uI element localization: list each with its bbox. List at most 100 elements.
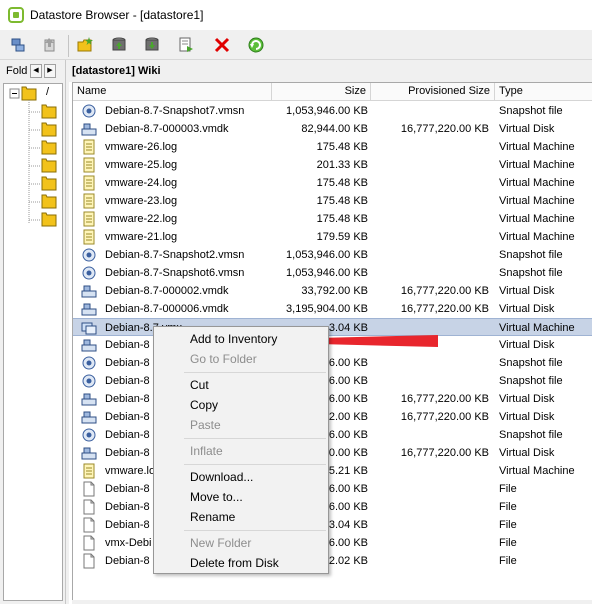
menu-item-add-to-inventory[interactable]: Add to Inventory [156,329,326,349]
download-icon[interactable] [142,35,162,55]
new-folder-icon[interactable] [76,35,96,55]
table-row[interactable]: Debian-8 6.00 KB 16,777,220.00 KB Virtual D… [73,390,592,408]
file-type-cell: Snapshot file [499,375,563,387]
file-icon [81,553,97,569]
table-row[interactable]: vmware-26.log 175.48 KB Virtual Machine [73,138,592,156]
disk-icon [81,445,97,461]
table-row[interactable]: Debian-8.7-Snapshot6.vmsn 1,053,946.00 KB… [73,264,592,282]
file-type-cell: Virtual Machine [499,465,575,477]
toolbar [0,30,592,60]
folders-tab-label[interactable]: Fold [6,65,27,77]
table-row[interactable]: Debian-8 3.04 KB File [73,516,592,534]
delete-icon[interactable] [212,35,232,55]
provisioned-size-cell [371,210,489,228]
menu-item-download[interactable]: Download... [156,467,326,487]
menu-item-paste[interactable]: Paste [156,415,326,435]
table-row[interactable]: vmware-24.log 175.48 KB Virtual Machine [73,174,592,192]
disk-icon [81,301,97,317]
scroll-left-icon[interactable]: ◀ [30,64,42,78]
table-row[interactable]: Debian-8 6.00 KB File [73,480,592,498]
file-size-cell: 1,053,946.00 KB [286,267,368,279]
file-size-cell: 201.33 KB [316,159,368,171]
scroll-right-icon[interactable]: ▶ [44,64,56,78]
snapshot-icon [81,373,97,389]
file-name-cell: Debian-8.7-000006.vmdk [105,303,229,315]
table-row[interactable]: Debian-8 6.00 KB File [73,498,592,516]
menu-item-rename[interactable]: Rename [156,507,326,527]
file-type-cell: Virtual Disk [499,303,555,315]
context-menu: Add to Inventory Go to Folder Cut Copy P… [153,326,329,574]
upload-files-icon[interactable] [109,35,129,55]
file-size-cell: 1,053,946.00 KB [286,105,368,117]
provisioned-size-cell [371,498,489,516]
menu-item-inflate[interactable]: Inflate [156,441,326,461]
menu-item-copy[interactable]: Copy [156,395,326,415]
horizontal-scrollbar[interactable] [72,600,592,604]
provisioned-size-cell [371,246,489,264]
file-type-cell: Virtual Disk [499,339,555,351]
disk-icon [81,283,97,299]
provisioned-size-cell: 16,777,220.00 KB [400,285,489,297]
table-row[interactable]: vmware-23.log 175.48 KB Virtual Machine [73,192,592,210]
column-header-name[interactable]: Name [73,83,272,101]
provisioned-size-cell [371,462,489,480]
file-type-cell: Virtual Machine [499,141,575,153]
menu-item-go-to-folder[interactable]: Go to Folder [156,349,326,369]
upload-icon[interactable] [40,35,60,55]
file-type-cell: File [499,537,517,549]
snapshot-icon [81,103,97,119]
register-icon[interactable] [176,35,196,55]
provisioned-size-cell: 16,777,220.00 KB [400,303,489,315]
file-type-cell: Snapshot file [499,429,563,441]
table-row[interactable]: Debian-8.7-Snapshot7.vmsn 1,053,946.00 KB… [73,102,592,120]
table-row[interactable]: vmware-21.log 179.59 KB Virtual Machine [73,228,592,246]
provisioned-size-cell [371,480,489,498]
file-type-cell: Virtual Disk [499,123,555,135]
menu-item-delete-from-disk[interactable]: Delete from Disk [156,553,326,573]
table-row[interactable]: Debian-8.7-000006.vmdk 3,195,904.00 KB 16,… [73,300,592,318]
file-type-cell: Virtual Machine [499,322,575,334]
table-row[interactable]: Debian-8 2.02 KB File [73,552,592,570]
folder-tree[interactable]: / [3,83,63,601]
folder-tree-icons [9,86,57,227]
file-name-cell: vmware-21.log [105,231,178,243]
table-row[interactable]: Debian-8 6.00 KB Snapshot file [73,426,592,444]
file-name-cell: vmware-22.log [105,213,178,225]
provisioned-size-cell [371,426,489,444]
vm-icon [81,320,97,336]
pane-splitter[interactable] [66,60,69,604]
browse-datastore-icon[interactable] [8,35,28,55]
table-row[interactable]: vmware-25.log 201.33 KB Virtual Machine [73,156,592,174]
table-row[interactable]: Debian-8 2.00 KB 16,777,220.00 KB Virtual D… [73,408,592,426]
menu-item-new-folder[interactable]: New Folder [156,533,326,553]
table-row[interactable]: Debian-8.7-000002.vmdk 33,792.00 KB 16,777… [73,282,592,300]
provisioned-size-cell [371,354,489,372]
file-name-cell: Debian-8.7-Snapshot7.vmsn [105,105,245,117]
file-size-cell: 179.59 KB [316,231,368,243]
provisioned-size-cell [371,138,489,156]
table-row[interactable]: Debian-8.7-Snapshot2.vmsn 1,053,946.00 KB… [73,246,592,264]
disk-icon [81,391,97,407]
table-row[interactable]: Debian-8.7-000003.vmdk 82,944.00 KB 16,777… [73,120,592,138]
file-name-cell: Debian-8.7-Snapshot6.vmsn [105,267,245,279]
table-row[interactable]: vmware.lo 5.21 KB Virtual Machine [73,462,592,480]
tree-root-label[interactable]: / [46,86,49,98]
table-row[interactable]: vmx-Debi 6.00 KB File [73,534,592,552]
file-type-cell: Snapshot file [499,267,563,279]
menu-item-cut[interactable]: Cut [156,375,326,395]
snapshot-icon [81,427,97,443]
file-name-cell: vmware-26.log [105,141,178,153]
file-type-cell: Virtual Machine [499,195,575,207]
refresh-icon[interactable] [246,35,266,55]
menu-item-move-to[interactable]: Move to... [156,487,326,507]
table-row[interactable]: Debian-8 6.00 KB Snapshot file [73,354,592,372]
file-type-cell: File [499,519,517,531]
column-header-size[interactable]: Size [272,83,371,101]
table-row[interactable]: vmware-22.log 175.48 KB Virtual Machine [73,210,592,228]
table-row[interactable]: Debian-8 6.00 KB Snapshot file [73,372,592,390]
file-type-cell: Virtual Machine [499,177,575,189]
table-row[interactable]: Debian-8 0.00 KB 16,777,220.00 KB Virtual D… [73,444,592,462]
column-header-type[interactable]: Type [495,83,592,101]
column-header-provisioned-size[interactable]: Provisioned Size [371,83,495,101]
snapshot-icon [81,355,97,371]
